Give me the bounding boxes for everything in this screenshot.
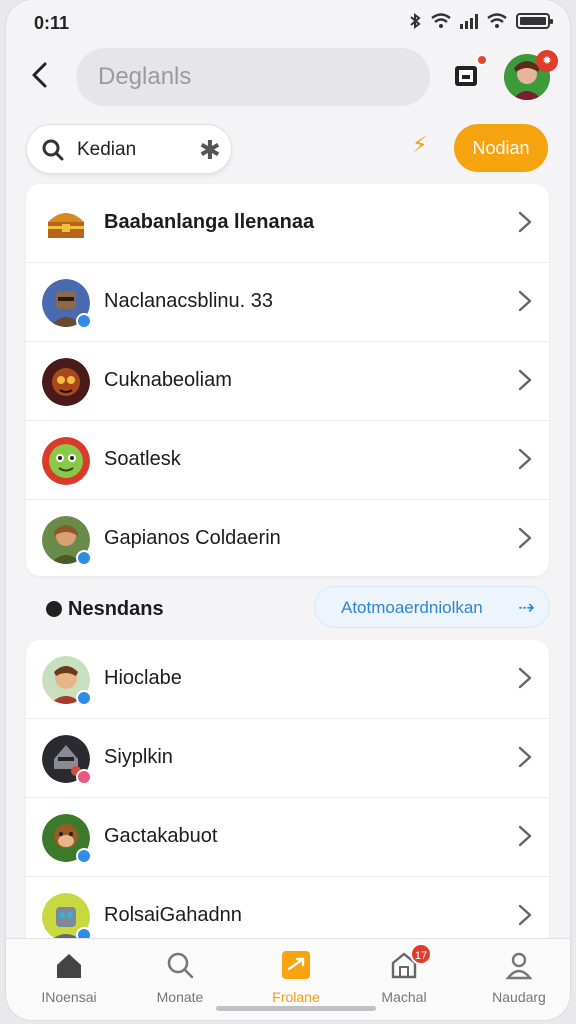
- chevron-right-icon: [518, 904, 532, 926]
- verified-badge-icon: [76, 550, 92, 566]
- list-card-top: Baabanlanga llenanaa Naclanacsblinu. 33 Cu…: [26, 184, 549, 576]
- search-icon: [42, 139, 64, 161]
- list-item[interactable]: Naclanacsblinu. 33: [26, 263, 549, 342]
- chevron-right-icon: [518, 527, 532, 549]
- bluetooth-icon: [410, 13, 421, 29]
- signal-icon: [460, 13, 478, 29]
- verified-badge-icon: [76, 690, 92, 706]
- status-bar: 0:11: [6, 8, 570, 38]
- home-indicator: [216, 1006, 376, 1011]
- search-icon: [167, 952, 194, 979]
- list-item-label: Gactakabuot: [104, 825, 218, 847]
- list-item-label: Naclanacsblinu. 33: [104, 290, 273, 312]
- search-input[interactable]: Kedian ✱: [26, 124, 232, 174]
- list-item[interactable]: Gapianos Coldaerin: [26, 500, 549, 576]
- battery-icon: [516, 13, 553, 29]
- chevron-right-icon: [518, 667, 532, 689]
- tab-plane[interactable]: Frolane: [246, 949, 346, 1005]
- wifi-icon: [431, 13, 451, 28]
- section-link-label: Atotmoaerdniolkan: [341, 598, 483, 617]
- home-icon: [57, 954, 81, 978]
- chevron-right-icon: [518, 369, 532, 391]
- verified-badge-icon: [76, 769, 92, 785]
- list-item[interactable]: Siyplkin: [26, 719, 549, 798]
- tab-person[interactable]: Naudarg: [469, 949, 569, 1005]
- chevron-right-icon: [518, 825, 532, 847]
- list-item-label: Gapianos Coldaerin: [104, 527, 281, 549]
- list-item[interactable]: Hioclabe: [26, 640, 549, 719]
- tab-badge: 17: [410, 943, 432, 965]
- chevron-right-icon: [518, 746, 532, 768]
- list-item-label: RolsaiGahadnn: [104, 904, 242, 926]
- list-card-bottom: Hioclabe Siyplkin Gactakabuot RolsaiGahadnn: [26, 640, 549, 940]
- chevron-right-icon: [518, 211, 532, 233]
- tab-label: Naudarg: [492, 989, 546, 1005]
- chevron-right-icon: [518, 290, 532, 312]
- verified-badge-icon: [76, 313, 92, 329]
- notification-dot: [476, 54, 488, 66]
- tab-label: Machal: [381, 989, 427, 1005]
- list-item[interactable]: Gactakabuot: [26, 798, 549, 877]
- search-row: Kedian ✱ ⚡ Nodian: [6, 122, 570, 176]
- list-item-label: Cuknabeoliam: [104, 369, 232, 391]
- list-item[interactable]: Soatlesk: [26, 421, 549, 500]
- status-icons: [408, 12, 553, 30]
- list-item-label: Soatlesk: [104, 448, 181, 470]
- tab-label: INoensai: [41, 989, 97, 1005]
- avatar-badge: ✹: [536, 50, 558, 72]
- section-title: Nesndans: [68, 598, 164, 620]
- list-item[interactable]: Baabanlanga llenanaa: [26, 184, 549, 263]
- section-link-button[interactable]: Atotmoaerdniolkan ⇢: [314, 586, 550, 628]
- tab-store[interactable]: Machal 17: [354, 943, 454, 1005]
- back-icon[interactable]: [26, 60, 56, 90]
- header: Deglanls ✹: [6, 46, 570, 108]
- person-icon: [505, 952, 533, 980]
- list-item-label: Hioclabe: [104, 667, 182, 689]
- plane-icon: [282, 951, 310, 979]
- section-header: Nesndans Atotmoaerdniolkan ⇢: [6, 586, 570, 630]
- wifi-icon-2: [487, 13, 507, 28]
- phone-screen: 0:11 Deglanls ✹ Kedian ✱ ⚡ Nodian Baaban…: [6, 0, 570, 1020]
- chevron-right-icon: [518, 448, 532, 470]
- demon-avatar-icon: [42, 358, 90, 406]
- green-face-avatar-icon: [42, 437, 90, 485]
- list-item[interactable]: Cuknabeoliam: [26, 342, 549, 421]
- section-icon: [46, 601, 62, 617]
- tab-label: Monate: [156, 989, 204, 1005]
- asterisk-icon[interactable]: ✱: [199, 135, 221, 166]
- list-item[interactable]: RolsaiGahadnn: [26, 877, 549, 940]
- tab-home[interactable]: INoensai: [19, 949, 119, 1005]
- treasure-chest-avatar-icon: [42, 200, 90, 248]
- search-action-button[interactable]: Nodian: [454, 124, 548, 172]
- arrow-right-icon: ⇢: [518, 597, 535, 619]
- folder-icon[interactable]: [452, 62, 480, 90]
- tab-search[interactable]: Monate: [130, 949, 230, 1005]
- bolt-icon[interactable]: ⚡: [412, 132, 427, 158]
- verified-badge-icon: [76, 848, 92, 864]
- list-item-label: Baabanlanga llenanaa: [104, 211, 315, 233]
- search-value: Kedian: [77, 139, 137, 160]
- page-title[interactable]: Deglanls: [76, 48, 430, 106]
- tab-label: Frolane: [272, 989, 320, 1005]
- list-item-label: Siyplkin: [104, 746, 173, 768]
- status-time: 0:11: [34, 13, 70, 33]
